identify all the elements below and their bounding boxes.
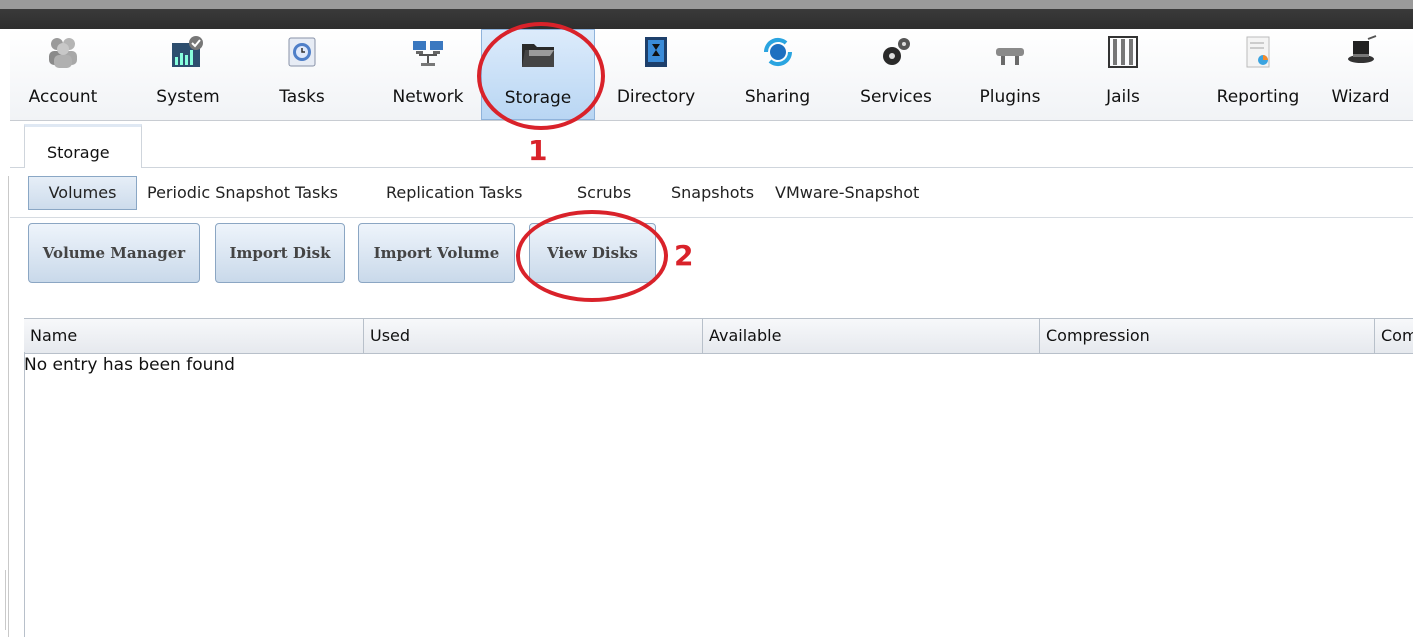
toolbar-sharing[interactable]: Sharing (730, 29, 825, 120)
sharing-globe-icon (763, 37, 792, 67)
system-chart-icon (172, 36, 203, 67)
tab-storage-label: Storage (47, 143, 110, 162)
toolbar-label: Jails (1106, 87, 1140, 107)
book-icon (645, 37, 667, 67)
jail-bars-icon (1108, 36, 1138, 68)
annotation-number-1: 1 (528, 134, 548, 167)
toolbar-label: Services (860, 87, 932, 107)
toolbar-label: Directory (616, 87, 696, 107)
users-icon (49, 38, 77, 68)
toolbar-services[interactable]: Services (842, 29, 950, 120)
toolbar-label: Plugins (979, 87, 1041, 107)
column-used[interactable]: Used (363, 319, 703, 353)
toolbar-tasks[interactable]: Tasks (260, 29, 344, 120)
toolbar-reporting[interactable]: Reporting (1198, 29, 1318, 120)
calendar-clock-icon (288, 37, 316, 67)
table-left-border (24, 352, 25, 637)
subtab-scrubs[interactable]: Scrubs (577, 176, 631, 210)
toolbar-label: Wizard (1331, 87, 1390, 107)
annotation-ring-view-disks (516, 210, 668, 302)
subtab-snapshots[interactable]: Snapshots (671, 176, 754, 210)
toolbar-wizard[interactable]: Wizard (1318, 29, 1403, 120)
toolbar-label: Sharing (744, 87, 811, 107)
empty-table-message: No entry has been found (24, 355, 235, 375)
toolbar-directory[interactable]: Directory (605, 29, 707, 120)
wizard-hat-icon (1347, 35, 1376, 63)
toolbar-jails[interactable]: Jails (1087, 29, 1159, 120)
window-top-bar (0, 0, 1413, 29)
annotation-ring-storage (477, 22, 605, 130)
left-divider-secondary (5, 570, 6, 630)
gears-icon (883, 38, 910, 65)
column-name[interactable]: Name (24, 319, 364, 353)
toolbar-label: Network (392, 87, 464, 107)
main-toolbar: Account System Tasks Network Storage Dir… (10, 29, 1413, 121)
subtab-volumes[interactable]: Volumes (28, 176, 137, 210)
annotation-number-2: 2 (674, 239, 694, 272)
toolbar-network[interactable]: Network (377, 29, 479, 120)
toolbar-system[interactable]: System (138, 29, 238, 120)
plug-icon (996, 48, 1024, 65)
toolbar-label: System (156, 87, 220, 107)
toolbar-label: Account (28, 87, 98, 107)
import-volume-button[interactable]: Import Volume (358, 223, 515, 283)
subtab-periodic-snapshot-tasks[interactable]: Periodic Snapshot Tasks (147, 176, 338, 210)
subtab-vmware-snapshot[interactable]: VMware-Snapshot (775, 176, 919, 210)
subtab-divider (10, 217, 1413, 218)
import-disk-button[interactable]: Import Disk (215, 223, 345, 283)
column-compression[interactable]: Compression (1039, 319, 1375, 353)
subtab-replication-tasks[interactable]: Replication Tasks (386, 176, 523, 210)
tab-storage[interactable]: Storage (24, 124, 142, 168)
report-icon (1246, 36, 1270, 68)
toolbar-label: Reporting (1216, 87, 1300, 107)
table-header: Name Used Available Compression Com (24, 318, 1413, 354)
volume-manager-button[interactable]: Volume Manager (28, 223, 200, 283)
column-compression-ratio[interactable]: Com (1374, 319, 1413, 353)
column-available[interactable]: Available (702, 319, 1040, 353)
tab-strip-line (10, 167, 1413, 168)
toolbar-plugins[interactable]: Plugins (965, 29, 1055, 120)
network-computers-icon (413, 41, 443, 66)
left-divider (8, 176, 9, 637)
toolbar-account[interactable]: Account (10, 29, 116, 120)
toolbar-label: Tasks (279, 87, 325, 107)
